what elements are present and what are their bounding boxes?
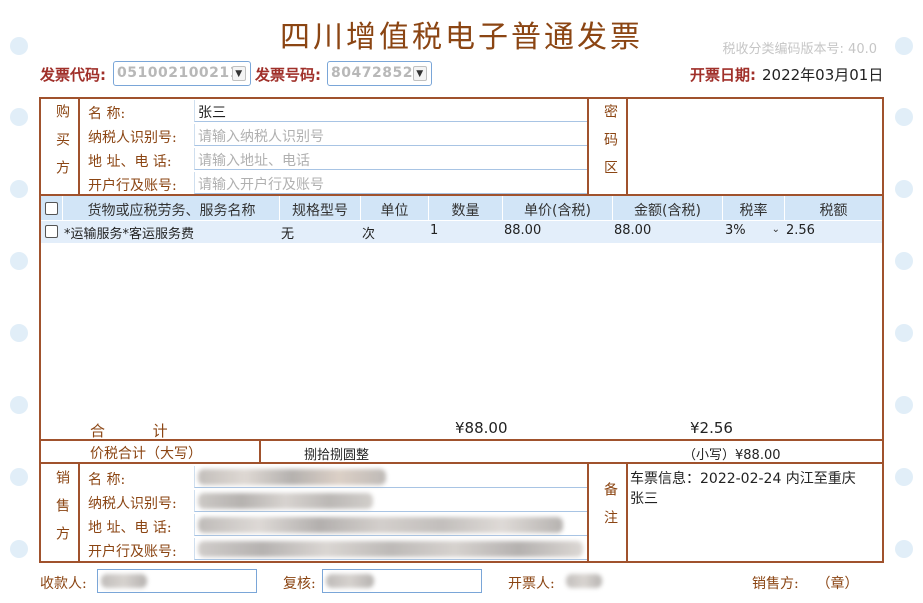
row-item-unit[interactable]: 次 — [362, 223, 375, 242]
col-header-name: 货物或应税劳务、服务名称 — [87, 203, 256, 219]
version-text: 税收分类编码版本号: 40.0 — [722, 42, 877, 57]
payee-label: 收款人: — [40, 576, 87, 592]
cipher-area-label: 密码区 — [602, 104, 618, 188]
total-amount: ¥88.00 — [455, 419, 508, 437]
invoice-code-value: 051002100211 — [117, 65, 240, 81]
grand-total-lower: （小写）¥88.00 — [683, 448, 781, 463]
col-header-tax: 税额 — [819, 203, 848, 219]
remark-line-1: 车票信息：2022-02-24 内江至重庆 — [630, 471, 856, 487]
buyer-bank-label: 开户行及账号: — [88, 178, 177, 194]
invoice-number-select[interactable]: 80472852 ▼ — [327, 61, 432, 86]
remark-label: 备注 — [602, 482, 618, 538]
row-item-spec[interactable]: 无 — [281, 223, 294, 242]
col-header-spec: 规格型号 — [292, 203, 348, 219]
seller-taxid-label: 纳税人识别号: — [88, 496, 177, 512]
buyer-address-field[interactable]: 请输入地址、电话 — [194, 148, 587, 170]
seller-stamp-label: 销售方: （章） — [752, 576, 859, 592]
chevron-down-icon: ▼ — [232, 66, 246, 81]
row-item-amount[interactable]: 88.00 — [614, 223, 651, 238]
buyer-name-field[interactable]: 张三 — [194, 100, 587, 122]
seller-address-label: 地 址、电 话: — [88, 520, 172, 536]
row-item-qty[interactable]: 1 — [430, 223, 438, 238]
select-all-checkbox[interactable] — [45, 202, 58, 215]
redacted-seller-bank — [198, 541, 583, 557]
redacted-drawer — [566, 574, 602, 588]
grand-total-label: 价税合计（大写） — [90, 446, 202, 462]
buyer-name-label: 名 称: — [88, 106, 126, 122]
grand-total-upper: 捌拾捌圆整 — [304, 448, 370, 463]
buyer-bank-field[interactable]: 请输入开户行及账号 — [194, 172, 587, 194]
payee-field[interactable] — [97, 569, 257, 593]
row-item-rate: 3% — [725, 223, 746, 238]
total-tax: ¥2.56 — [690, 419, 733, 437]
invoice-number-label: 发票号码: — [255, 66, 321, 84]
invoice-code-select[interactable]: 051002100211 ▼ — [113, 61, 251, 86]
buyer-taxid-label: 纳税人识别号: — [88, 130, 177, 146]
reviewer-label: 复核: — [283, 576, 316, 592]
issue-date-value: 2022年03月01日 — [762, 66, 884, 84]
redacted-seller-taxid — [198, 493, 373, 509]
seller-bank-label: 开户行及账号: — [88, 544, 177, 560]
redacted-reviewer — [326, 574, 374, 588]
reviewer-field[interactable] — [322, 569, 482, 593]
chevron-down-icon: ⌄ — [771, 224, 780, 235]
cipher-area — [628, 99, 882, 194]
issue-date-label: 开票日期: — [690, 66, 756, 84]
buyer-taxid-field[interactable]: 请输入纳税人识别号 — [194, 124, 587, 146]
drawer-label: 开票人: — [508, 576, 555, 592]
col-header-price: 单价(含税) — [524, 203, 591, 219]
redacted-seller-address — [198, 517, 563, 533]
col-header-unit: 单位 — [380, 203, 409, 219]
chevron-down-icon: ▼ — [413, 66, 427, 81]
seller-name-label: 名 称: — [88, 472, 126, 488]
binder-holes-right — [895, 0, 923, 603]
redacted-payee — [101, 574, 147, 588]
col-header-amount: 金额(含税) — [634, 203, 701, 219]
redacted-seller-name — [198, 469, 386, 485]
col-header-rate: 税率 — [739, 203, 768, 219]
invoice-code-label: 发票代码: — [40, 66, 106, 84]
row-item-price[interactable]: 88.00 — [504, 223, 541, 238]
total-label: 合 计 — [90, 422, 168, 440]
buyer-address-label: 地 址、电 话: — [88, 154, 172, 170]
remark-line-2: 张三 — [630, 491, 658, 507]
col-header-qty: 数量 — [451, 203, 480, 219]
row-item-tax[interactable]: 2.56 — [786, 223, 815, 238]
buyer-section-label: 购买方 — [54, 104, 70, 188]
row-item-name[interactable]: *运输服务*客运服务费 — [64, 223, 194, 242]
seller-section-label: 销售方 — [54, 470, 70, 554]
invoice-number-value: 80472852 — [331, 65, 413, 81]
row-checkbox[interactable] — [45, 225, 58, 238]
tax-rate-select[interactable]: 3% ⌄ — [723, 222, 784, 242]
binder-holes-left — [0, 0, 28, 603]
